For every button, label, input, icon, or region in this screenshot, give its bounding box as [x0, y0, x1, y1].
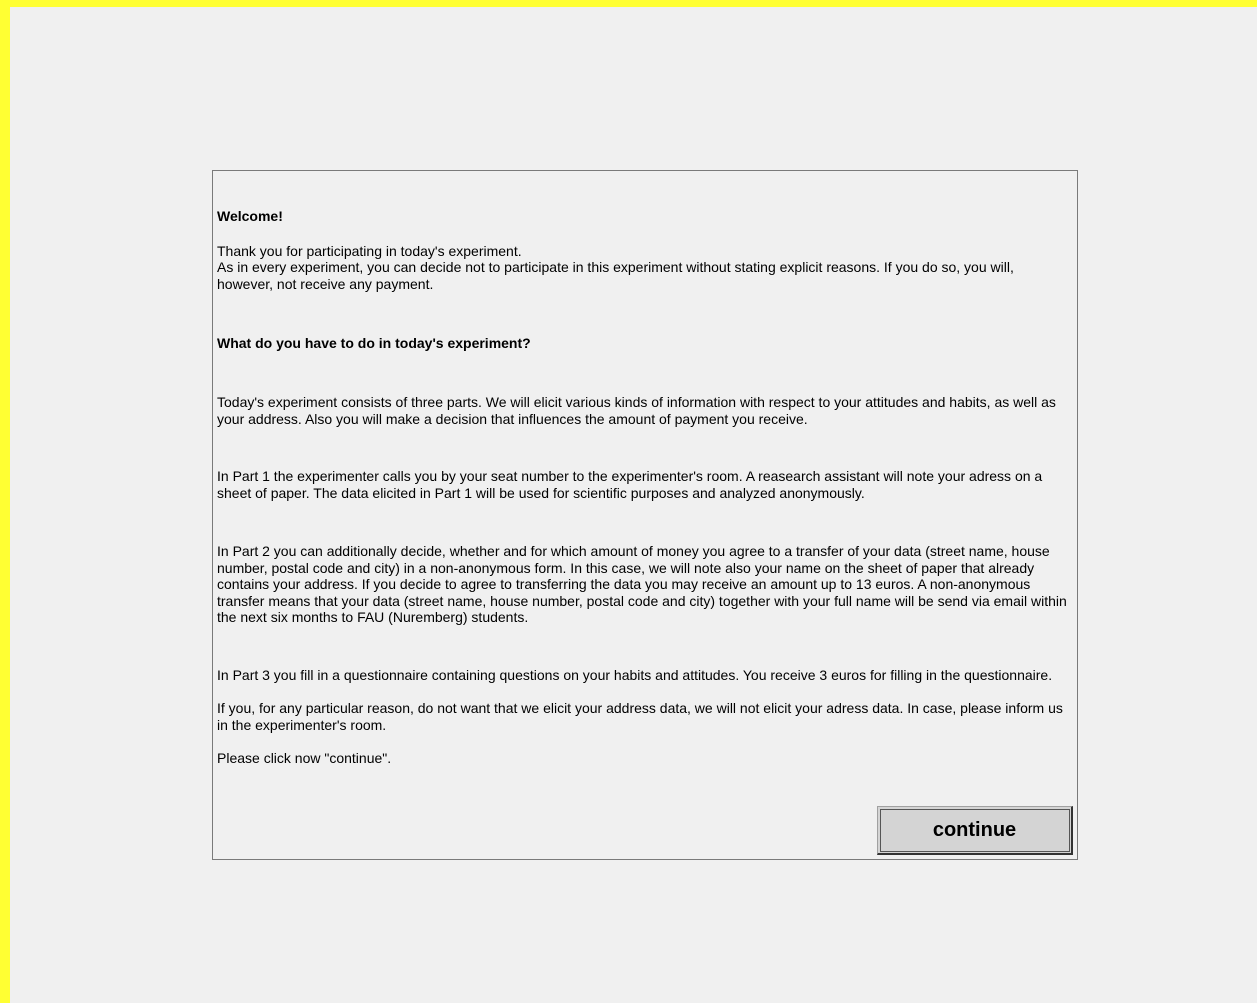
decline-text: If you, for any particular reason, do no… [217, 700, 1063, 733]
click-prompt-text: Please click now "continue". [217, 750, 392, 766]
part3-text: In Part 3 you fill in a questionnaire co… [217, 667, 1053, 683]
opt-out-text: As in every experiment, you can decide n… [217, 259, 1014, 292]
task-heading: What do you have to do in today's experi… [217, 335, 531, 351]
overview-text: Today's experiment consists of three par… [217, 394, 1056, 427]
part1-text: In Part 1 the experimenter calls you by … [217, 468, 1043, 501]
continue-button[interactable]: continue [877, 806, 1073, 855]
thanks-text: Thank you for participating in today's e… [217, 243, 522, 259]
welcome-heading: Welcome! [217, 208, 283, 224]
part2-text: In Part 2 you can additionally decide, w… [217, 543, 1067, 625]
instructions-panel: Welcome! Thank you for participating in … [212, 170, 1078, 860]
experiment-screen: Welcome! Thank you for participating in … [0, 0, 1257, 1003]
